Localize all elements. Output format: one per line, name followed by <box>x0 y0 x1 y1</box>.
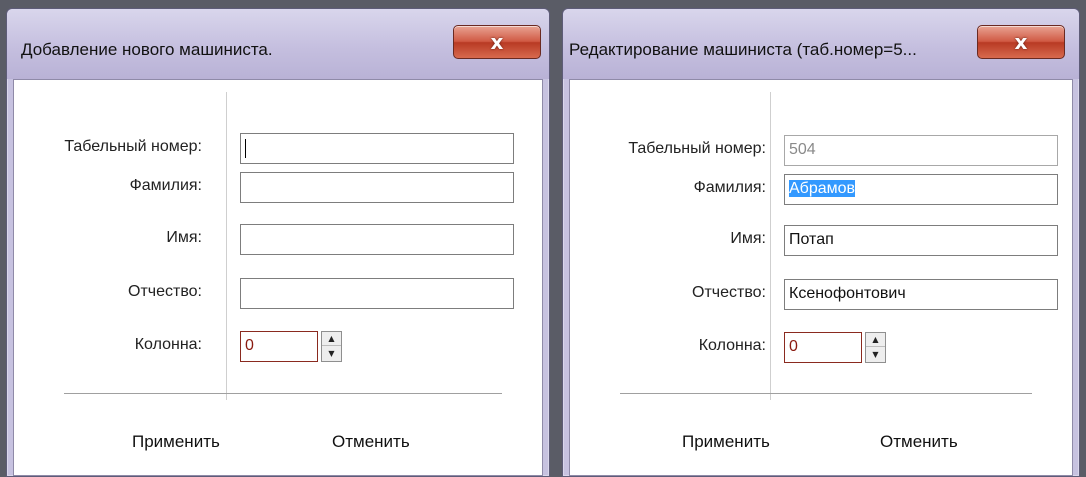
cancel-button[interactable]: Отменить <box>880 432 958 452</box>
edit-driver-dialog: Редактирование машиниста (таб.номер=5...… <box>562 8 1080 477</box>
patronymic-input[interactable] <box>240 278 514 309</box>
surname-input[interactable] <box>240 172 514 203</box>
tab-number-label: Табельный номер: <box>64 138 202 155</box>
surname-label: Фамилия: <box>129 177 202 194</box>
column-label: Колонна: <box>134 336 202 353</box>
vertical-divider <box>770 92 771 400</box>
patronymic-label: Отчество: <box>128 283 202 300</box>
close-button[interactable]: x <box>977 25 1065 59</box>
spin-up-button[interactable]: ▲ <box>866 333 885 347</box>
horizontal-divider <box>64 393 502 394</box>
text-caret <box>245 139 246 158</box>
spin-buttons: ▲ ▼ <box>865 332 886 363</box>
spin-down-button[interactable]: ▼ <box>866 348 885 362</box>
tab-number-label: Табельный номер: <box>628 140 766 157</box>
name-label: Имя: <box>166 229 202 246</box>
spin-buttons: ▲ ▼ <box>321 331 342 362</box>
close-icon: x <box>1014 30 1028 54</box>
patronymic-label: Отчество: <box>692 284 766 301</box>
close-button[interactable]: x <box>453 25 541 59</box>
horizontal-divider <box>620 393 1032 394</box>
spin-down-button[interactable]: ▼ <box>322 347 341 361</box>
tab-number-input[interactable] <box>240 133 514 164</box>
dialog-body: Табельный номер: 504 Фамилия: Абрамов Им… <box>569 79 1073 476</box>
column-input[interactable]: 0 <box>240 331 318 362</box>
name-input[interactable]: Потап <box>784 225 1058 256</box>
apply-button[interactable]: Применить <box>132 432 220 452</box>
apply-button[interactable]: Применить <box>682 432 770 452</box>
name-input[interactable] <box>240 224 514 255</box>
surname-label: Фамилия: <box>693 179 766 196</box>
name-label: Имя: <box>730 230 766 247</box>
surname-input[interactable]: Абрамов <box>784 174 1058 205</box>
spin-up-button[interactable]: ▲ <box>322 332 341 346</box>
tab-number-input[interactable]: 504 <box>784 135 1058 166</box>
close-icon: x <box>490 30 504 54</box>
selected-text: Абрамов <box>789 180 856 197</box>
column-spinner: 0 ▲ ▼ <box>784 332 886 363</box>
vertical-divider <box>226 92 227 400</box>
dialog-body: Табельный номер: Фамилия: Имя: Отчество:… <box>13 79 543 476</box>
add-driver-dialog: Добавление нового машиниста. x Табельный… <box>6 8 550 477</box>
dialog-title: Добавление нового машиниста. <box>21 40 273 59</box>
column-label: Колонна: <box>698 337 766 354</box>
cancel-button[interactable]: Отменить <box>332 432 410 452</box>
patronymic-input[interactable]: Ксенофонтович <box>784 279 1058 310</box>
dialog-title: Редактирование машиниста (таб.номер=5... <box>569 40 917 59</box>
column-input[interactable]: 0 <box>784 332 862 363</box>
title-bar[interactable]: Редактирование машиниста (таб.номер=5...… <box>563 9 1079 79</box>
title-bar[interactable]: Добавление нового машиниста. x <box>7 9 549 79</box>
column-spinner: 0 ▲ ▼ <box>240 331 342 362</box>
